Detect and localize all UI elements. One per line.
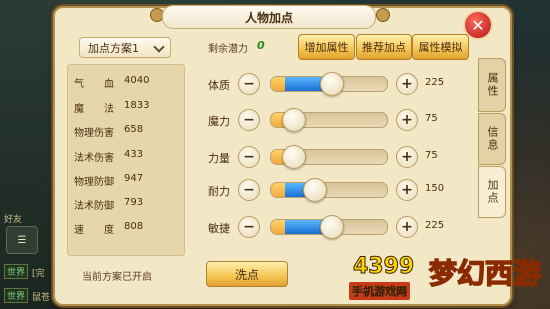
chat-button[interactable]: ☰ <box>6 226 38 254</box>
recommend-points-button[interactable]: 推荐加点 <box>356 34 412 60</box>
stat-value: 433 <box>124 149 144 160</box>
slider-thumb[interactable] <box>281 145 306 169</box>
plus-icon[interactable]: + <box>396 109 418 131</box>
attribute-slider[interactable] <box>270 182 388 198</box>
stat-label: 气 血 <box>74 79 114 90</box>
scheme-dropdown[interactable]: 加点方案1 <box>79 37 171 58</box>
reset-points-button[interactable]: 洗点 <box>206 261 288 287</box>
slider-added-fill <box>284 220 324 234</box>
attribute-label: 体质 <box>208 79 230 92</box>
world-chat-text: [完 <box>32 269 45 279</box>
stat-value: 4040 <box>124 75 150 86</box>
slider-added-fill <box>284 77 324 91</box>
slider-thumb[interactable] <box>320 72 345 96</box>
attribute-value: 150 <box>425 183 445 194</box>
stat-label: 魔 法 <box>74 104 114 115</box>
stat-value: 947 <box>124 173 144 184</box>
attribute-value: 75 <box>425 113 438 124</box>
watermark-logo: 4399 手机游戏网 梦幻西游 <box>345 250 550 309</box>
add-attributes-button[interactable]: 增加属性 <box>298 34 355 60</box>
attribute-label: 力量 <box>208 152 230 165</box>
plus-icon[interactable]: + <box>396 179 418 201</box>
attribute-value: 225 <box>425 220 445 231</box>
stat-label: 法术防御 <box>74 201 114 212</box>
attribute-label: 魔力 <box>208 115 230 128</box>
simulate-attributes-button[interactable]: 属性模拟 <box>412 34 469 60</box>
plus-icon[interactable]: + <box>396 73 418 95</box>
stat-label: 物理防御 <box>74 177 114 188</box>
close-icon: ✕ <box>471 15 485 35</box>
slider-base-fill <box>271 220 285 234</box>
logo-number: 4399 <box>352 254 415 280</box>
attribute-label: 耐力 <box>208 185 230 198</box>
world-chat-text-2: 鼠苍 <box>32 293 51 303</box>
stat-label: 物理伤害 <box>74 128 114 139</box>
remaining-points-label: 剩余潜力 <box>208 44 248 55</box>
minus-icon[interactable]: − <box>238 216 260 238</box>
chevron-down-icon <box>153 41 165 53</box>
friends-label: 好友 <box>4 215 23 225</box>
slider-base-fill <box>271 77 285 91</box>
scheme-status: 当前方案已开启 <box>82 272 152 283</box>
tab-info[interactable]: 信息 <box>478 113 506 165</box>
minus-icon[interactable]: − <box>238 179 260 201</box>
stat-value: 808 <box>124 221 144 232</box>
stats-list: 气 血 4040 魔 法 1833 物理伤害 658 法术伤害 433 物理防御… <box>67 64 185 256</box>
scheme-dropdown-value: 加点方案1 <box>88 41 139 55</box>
tab-attributes[interactable]: 属性 <box>478 58 506 112</box>
slider-thumb[interactable] <box>302 178 327 202</box>
minus-icon[interactable]: − <box>238 109 260 131</box>
minus-icon[interactable]: − <box>238 146 260 168</box>
attribute-value: 225 <box>425 77 445 88</box>
attribute-value: 75 <box>425 150 438 161</box>
logo-subtitle: 手机游戏网 <box>349 282 410 300</box>
slider-thumb[interactable] <box>320 215 345 239</box>
tab-add-points[interactable]: 加点 <box>478 166 506 218</box>
title-knob-right <box>376 8 390 22</box>
world-channel-tag: 世界 <box>4 264 29 279</box>
logo-game-title: 梦幻西游 <box>428 256 542 291</box>
world-channel-tag-2: 世界 <box>4 288 29 303</box>
plus-icon[interactable]: + <box>396 216 418 238</box>
stat-value: 1833 <box>124 100 150 111</box>
stat-value: 793 <box>124 197 144 208</box>
plus-icon[interactable]: + <box>396 146 418 168</box>
window-title: 人物加点 <box>162 5 376 29</box>
slider-base-fill <box>271 183 285 197</box>
stat-label: 法术伤害 <box>74 153 114 164</box>
remaining-points-value: 0 <box>257 39 265 52</box>
slider-thumb[interactable] <box>281 108 306 132</box>
minus-icon[interactable]: − <box>238 73 260 95</box>
stat-value: 658 <box>124 124 144 135</box>
stat-label: 速 度 <box>74 225 114 236</box>
attribute-label: 敏捷 <box>208 222 230 235</box>
